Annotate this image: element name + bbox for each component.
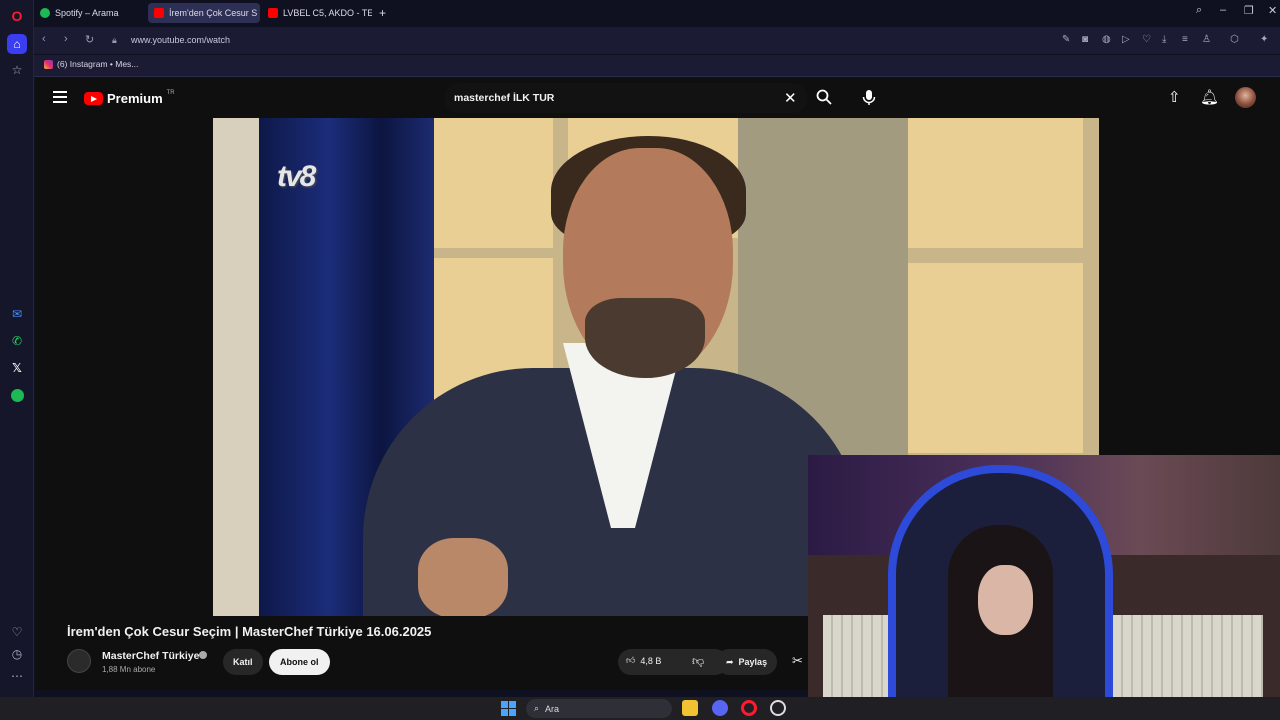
home-icon[interactable]: ⌂ bbox=[7, 34, 27, 54]
upload-icon[interactable]: ⇧ bbox=[1168, 88, 1181, 106]
thumbs-down-icon[interactable]: 👎︎ bbox=[692, 654, 704, 669]
youtube-premium-logo[interactable]: Premium TR bbox=[84, 89, 175, 106]
taskbar-search[interactable]: ⌕ Ara bbox=[526, 699, 672, 718]
microphone-icon[interactable] bbox=[862, 89, 876, 106]
notifications-bell-icon[interactable]: 🔔︎ bbox=[1200, 88, 1219, 106]
clear-search-icon[interactable]: ✕ bbox=[784, 89, 797, 107]
channel-name[interactable]: MasterChef Türkiye bbox=[102, 650, 199, 662]
search-icon[interactable] bbox=[816, 89, 832, 105]
whatsapp-icon[interactable]: ✆ bbox=[7, 331, 27, 351]
file-explorer-icon[interactable] bbox=[682, 700, 698, 716]
lock-icon: 🔒︎ bbox=[112, 35, 117, 45]
search-icon: ⌕ bbox=[534, 703, 540, 713]
opera-sidebar: O ⌂ ☆ ✉ ✆ 𝕏 ♡ ◷ ⋯ bbox=[0, 0, 34, 700]
bookmarks-bar: (6) Instagram • Mes... bbox=[34, 55, 1280, 77]
more-options-icon[interactable]: ⋯ bbox=[7, 666, 27, 686]
bookmark-instagram[interactable]: (6) Instagram • Mes... bbox=[44, 59, 138, 69]
tab-search-icon[interactable]: ⌕ bbox=[1196, 4, 1202, 17]
join-button[interactable]: Katıl bbox=[223, 649, 263, 675]
webcam-overlay bbox=[808, 455, 1280, 720]
restore-icon[interactable]: ❐ bbox=[1244, 4, 1254, 17]
play-icon[interactable]: ▷ bbox=[1122, 34, 1130, 45]
youtube-header: Premium TR masterchef İLK TUR ✕ ⇧ 🔔︎ bbox=[36, 78, 1280, 118]
share-button[interactable]: ➦ Paylaş bbox=[716, 649, 778, 675]
camera-icon[interactable]: ◙ bbox=[1082, 34, 1088, 45]
tab-youtube-video[interactable]: İrem'den Çok Cesur S bbox=[148, 3, 260, 23]
instagram-icon bbox=[44, 59, 53, 69]
thumbs-up-icon: 👍︎ bbox=[626, 655, 636, 665]
windows-start-icon[interactable] bbox=[501, 701, 516, 716]
new-tab-button[interactable]: + bbox=[376, 3, 394, 23]
subscriber-count: 1,88 Mn abone bbox=[102, 665, 156, 674]
clip-scissors-icon[interactable]: ✂ bbox=[792, 653, 803, 669]
channel-avatar[interactable] bbox=[67, 649, 91, 673]
taskbar-search-label: Ara bbox=[545, 703, 560, 714]
spotify-icon[interactable] bbox=[7, 385, 27, 405]
windows-taskbar: ⌕ Ara bbox=[0, 697, 1280, 720]
settings-app-icon[interactable] bbox=[770, 700, 786, 716]
youtube-icon bbox=[154, 8, 164, 18]
search-input[interactable]: masterchef İLK TUR bbox=[454, 92, 554, 104]
like-button[interactable]: 👍︎ 4,8 B bbox=[626, 655, 661, 666]
extensions-icon[interactable]: ⬡ bbox=[1230, 34, 1239, 45]
url-field[interactable]: www.youtube.com/watch bbox=[131, 35, 230, 45]
country-code: TR bbox=[166, 89, 175, 96]
youtube-play-icon bbox=[84, 92, 103, 105]
download-icon[interactable]: ⤓ bbox=[1162, 34, 1166, 45]
discord-icon[interactable] bbox=[712, 700, 728, 716]
shield-icon[interactable]: ◍ bbox=[1102, 34, 1111, 45]
hamburger-menu-icon[interactable] bbox=[53, 91, 67, 103]
account-avatar[interactable] bbox=[1235, 87, 1256, 108]
favorites-heart-icon[interactable]: ♡ bbox=[7, 622, 27, 642]
reload-icon[interactable]: ↻ bbox=[85, 33, 94, 46]
profile-icon[interactable]: ♙ bbox=[1202, 34, 1211, 45]
spotify-icon bbox=[40, 8, 50, 18]
opera-icon[interactable] bbox=[741, 700, 757, 716]
tab-bar: Spotify – Arama İrem'den Çok Cesur S LVB… bbox=[34, 0, 1280, 26]
close-window-icon[interactable]: ✕ bbox=[1268, 4, 1277, 17]
verified-badge-icon bbox=[199, 651, 207, 659]
tab-label: LVBEL C5, AKDO - TEMPO bbox=[283, 8, 372, 18]
tab-spotify[interactable]: Spotify – Arama bbox=[34, 3, 144, 23]
tab-youtube-music[interactable]: LVBEL C5, AKDO - TEMPO bbox=[262, 3, 372, 23]
video-title: İrem'den Çok Cesur Seçim | MasterChef Tü… bbox=[67, 624, 432, 639]
like-dislike-group: 👍︎ 4,8 B 👎︎ bbox=[618, 649, 728, 675]
x-twitter-icon[interactable]: 𝕏 bbox=[7, 358, 27, 378]
search-box[interactable]: masterchef İLK TUR ✕ bbox=[444, 83, 808, 113]
history-clock-icon[interactable]: ◷ bbox=[7, 644, 27, 664]
logo-text: Premium bbox=[107, 91, 163, 106]
aria-ai-icon[interactable]: ✦ bbox=[1260, 34, 1268, 45]
address-bar: ‹ › ↻ 🔒︎ www.youtube.com/watch ✎ ◙ ◍ ▷ ♡… bbox=[34, 27, 1280, 54]
heart-icon[interactable]: ♡ bbox=[1142, 34, 1151, 45]
bookmark-label: (6) Instagram • Mes... bbox=[57, 59, 139, 69]
share-label: Paylaş bbox=[738, 657, 768, 667]
youtube-icon bbox=[268, 8, 278, 18]
like-count: 4,8 B bbox=[640, 655, 662, 666]
bookmarks-star-icon[interactable]: ☆ bbox=[7, 60, 27, 80]
minimize-icon[interactable]: – bbox=[1220, 4, 1226, 16]
back-icon[interactable]: ‹ bbox=[42, 33, 46, 45]
share-arrow-icon: ➦ bbox=[726, 656, 734, 667]
menu-icon[interactable]: ≡ bbox=[1182, 34, 1188, 45]
opera-logo-icon[interactable]: O bbox=[7, 6, 27, 26]
subscribe-button[interactable]: Abone ol bbox=[269, 649, 330, 675]
tv8-channel-logo: tv8 bbox=[277, 160, 316, 193]
tab-label: İrem'den Çok Cesur S bbox=[169, 8, 258, 18]
edit-icon[interactable]: ✎ bbox=[1062, 34, 1070, 45]
messenger-icon[interactable]: ✉ bbox=[7, 304, 27, 324]
tab-label: Spotify – Arama bbox=[55, 8, 119, 18]
forward-icon[interactable]: › bbox=[64, 33, 68, 45]
